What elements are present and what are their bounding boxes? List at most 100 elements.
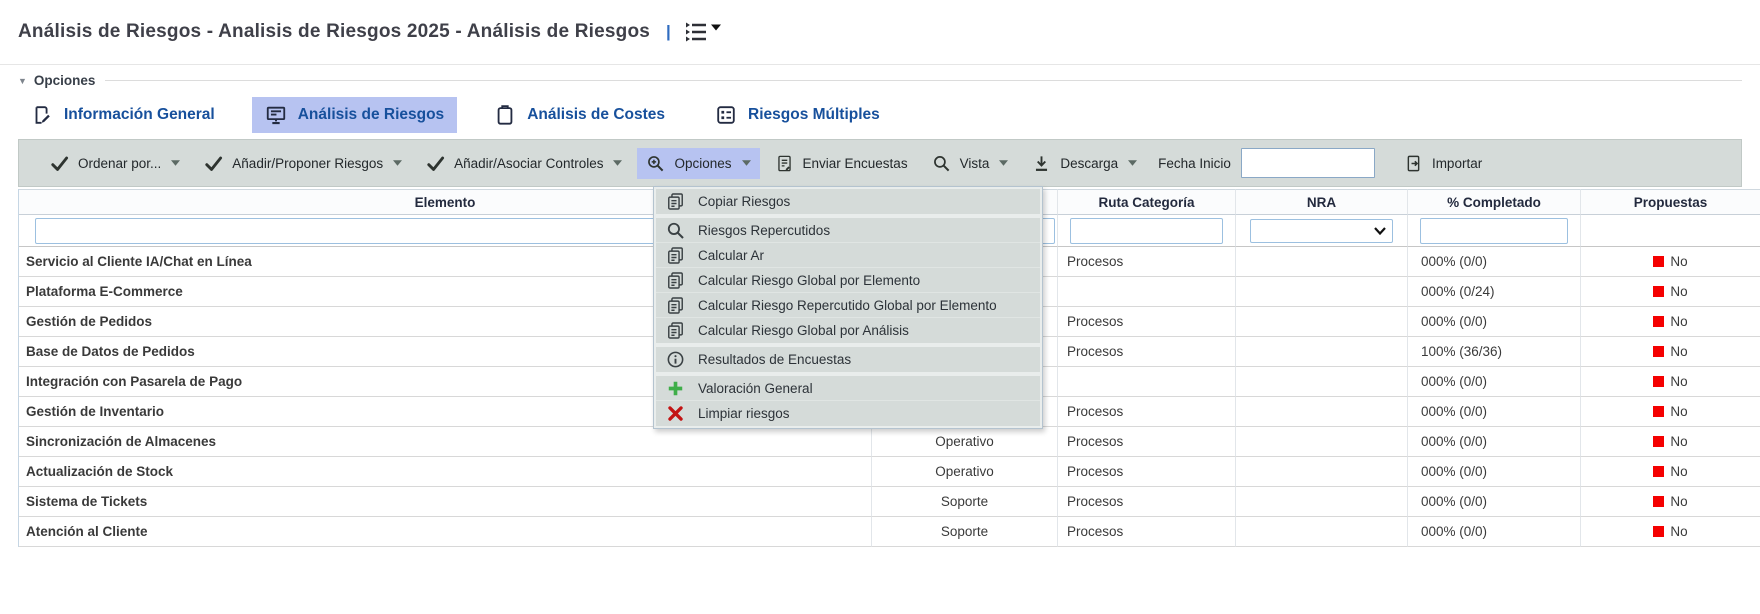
ruta-categoria-cell: Procesos [1058,517,1236,547]
tab-analisis-de-costes[interactable]: Análisis de Costes [481,97,678,133]
tab-bar: Información General Análisis de Riesgos … [18,97,1742,133]
list-view-icon[interactable] [683,21,709,43]
caret-down-icon [742,160,751,166]
caret-down-icon[interactable] [711,24,721,31]
propuestas-cell: No [1581,457,1760,487]
toolbar-button-ordenar-por[interactable]: Ordenar por... [41,148,189,179]
menu-item[interactable]: Resultados de Encuestas [656,347,1040,372]
nra-filter-select[interactable] [1250,219,1393,243]
menu-item[interactable]: Riesgos Repercutidos [656,218,1040,243]
toolbar-button-anadir-asociar-controles[interactable]: Añadir/Asociar Controles [417,148,631,179]
toolbar-button-opciones[interactable]: Opciones [637,148,759,179]
menu-item[interactable]: Calcular Riesgo Global por Análisis [656,318,1040,343]
categoria-cell: Soporte [872,487,1058,517]
menu-item[interactable]: Valoración General [656,376,1040,401]
completado-cell: 000% (0/0) [1408,307,1581,337]
elemento-link[interactable]: Atención al Cliente [19,517,872,547]
propuesta-flag-icon [1653,346,1664,357]
elemento-link[interactable]: Actualización de Stock [19,457,872,487]
toolbar-button-anadir-proponer-riesgos[interactable]: Añadir/Proponer Riesgos [195,148,411,179]
ruta-categoria-cell: Procesos [1058,307,1236,337]
propuesta-flag-icon [1653,286,1664,297]
menu-item[interactable]: Copiar Riesgos [656,189,1040,214]
nra-cell [1236,397,1408,427]
completado-cell: 000% (0/0) [1408,247,1581,277]
toolbar-button-label: Descarga [1060,156,1118,171]
toolbar-button-label: Enviar Encuestas [803,156,908,171]
clipboard-icon [494,104,516,126]
caret-down-icon [1128,160,1137,166]
nra-cell [1236,457,1408,487]
propuestas-cell: No [1581,307,1760,337]
completado-cell: 000% (0/0) [1408,367,1581,397]
legend-divider [105,80,1742,81]
menu-item-label: Resultados de Encuestas [698,352,851,367]
fecha-inicio-input[interactable] [1241,148,1375,178]
toolbar: Ordenar por... Añadir/Proponer Riesgos A… [18,139,1742,187]
import-icon [1404,154,1423,173]
column-header-propuestas: Propuestas [1581,189,1760,215]
tab-informacion-general[interactable]: Información General [18,97,228,133]
categoria-cell: Operativo [872,457,1058,487]
menu-item[interactable]: Calcular Riesgo Global por Elemento [656,268,1040,293]
toolbar-button-descarga[interactable]: Descarga [1023,148,1146,179]
menu-group: Riesgos Repercutidos Calcular Ar Calcula… [656,218,1040,343]
propuestas-value: No [1670,494,1687,509]
tab-label: Información General [64,106,215,124]
ruta-categoria-cell: Procesos [1058,487,1236,517]
nra-cell [1236,247,1408,277]
menu-item[interactable]: Limpiar riesgos [656,401,1040,426]
menu-item[interactable]: Calcular Riesgo Repercutido Global por E… [656,293,1040,318]
copy-icon [666,321,685,340]
propuesta-flag-icon [1653,436,1664,447]
tab-riesgos-multiples[interactable]: Riesgos Múltiples [702,97,893,133]
propuestas-value: No [1670,464,1687,479]
menu-item[interactable]: Calcular Ar [656,243,1040,268]
table-row: Sincronización de Almacenes Operativo Pr… [19,427,1760,457]
options-panel: ▼ Opciones Información General Análisis … [0,65,1760,187]
completado-filter-input[interactable] [1420,218,1568,244]
ruta-categoria-filter-input[interactable] [1070,218,1223,244]
column-header-nra: NRA [1236,189,1408,215]
menu-item-label: Riesgos Repercutidos [698,223,830,238]
check-icon [204,154,223,173]
options-legend-label: Opciones [34,73,96,88]
toolbar-button-label: Importar [1432,156,1482,171]
collapse-triangle-icon[interactable]: ▼ [18,76,27,86]
toolbar-button-label: Opciones [674,156,731,171]
x-icon [666,404,685,423]
propuestas-value: No [1670,314,1687,329]
grid-list-icon [715,104,737,126]
copy-icon [666,296,685,315]
opciones-menu: Copiar Riesgos Riesgos Repercutidos Calc… [653,186,1043,429]
search-icon [666,221,685,240]
ruta-categoria-cell: Procesos [1058,397,1236,427]
menu-group: Copiar Riesgos [656,189,1040,214]
zoom-icon [932,154,951,173]
completado-cell: 000% (0/0) [1408,397,1581,427]
nra-cell [1236,487,1408,517]
tab-label: Análisis de Riesgos [298,106,444,124]
propuesta-flag-icon [1653,256,1664,267]
zoom-plus-icon [646,154,665,173]
propuesta-flag-icon [1653,376,1664,387]
ruta-categoria-cell: Procesos [1058,247,1236,277]
page-title: Análisis de Riesgos - Analisis de Riesgo… [18,21,650,43]
menu-item-label: Copiar Riesgos [698,194,790,209]
check-icon [50,154,69,173]
categoria-cell: Operativo [872,427,1058,457]
propuesta-flag-icon [1653,316,1664,327]
toolbar-button-enviar-encuestas[interactable]: Enviar Encuestas [766,148,917,179]
tab-analisis-de-riesgos[interactable]: Análisis de Riesgos [252,97,457,133]
check-icon [426,154,445,173]
elemento-link[interactable]: Sincronización de Almacenes [19,427,872,457]
options-legend: ▼ Opciones [18,73,1742,88]
caret-down-icon [393,160,402,166]
elemento-link[interactable]: Sistema de Tickets [19,487,872,517]
copy-icon [666,192,685,211]
toolbar-button-importar[interactable]: Importar [1395,148,1491,179]
propuestas-value: No [1670,434,1687,449]
toolbar-button-label: Añadir/Asociar Controles [454,156,603,171]
toolbar-button-vista[interactable]: Vista [923,148,1018,179]
propuestas-cell: No [1581,487,1760,517]
